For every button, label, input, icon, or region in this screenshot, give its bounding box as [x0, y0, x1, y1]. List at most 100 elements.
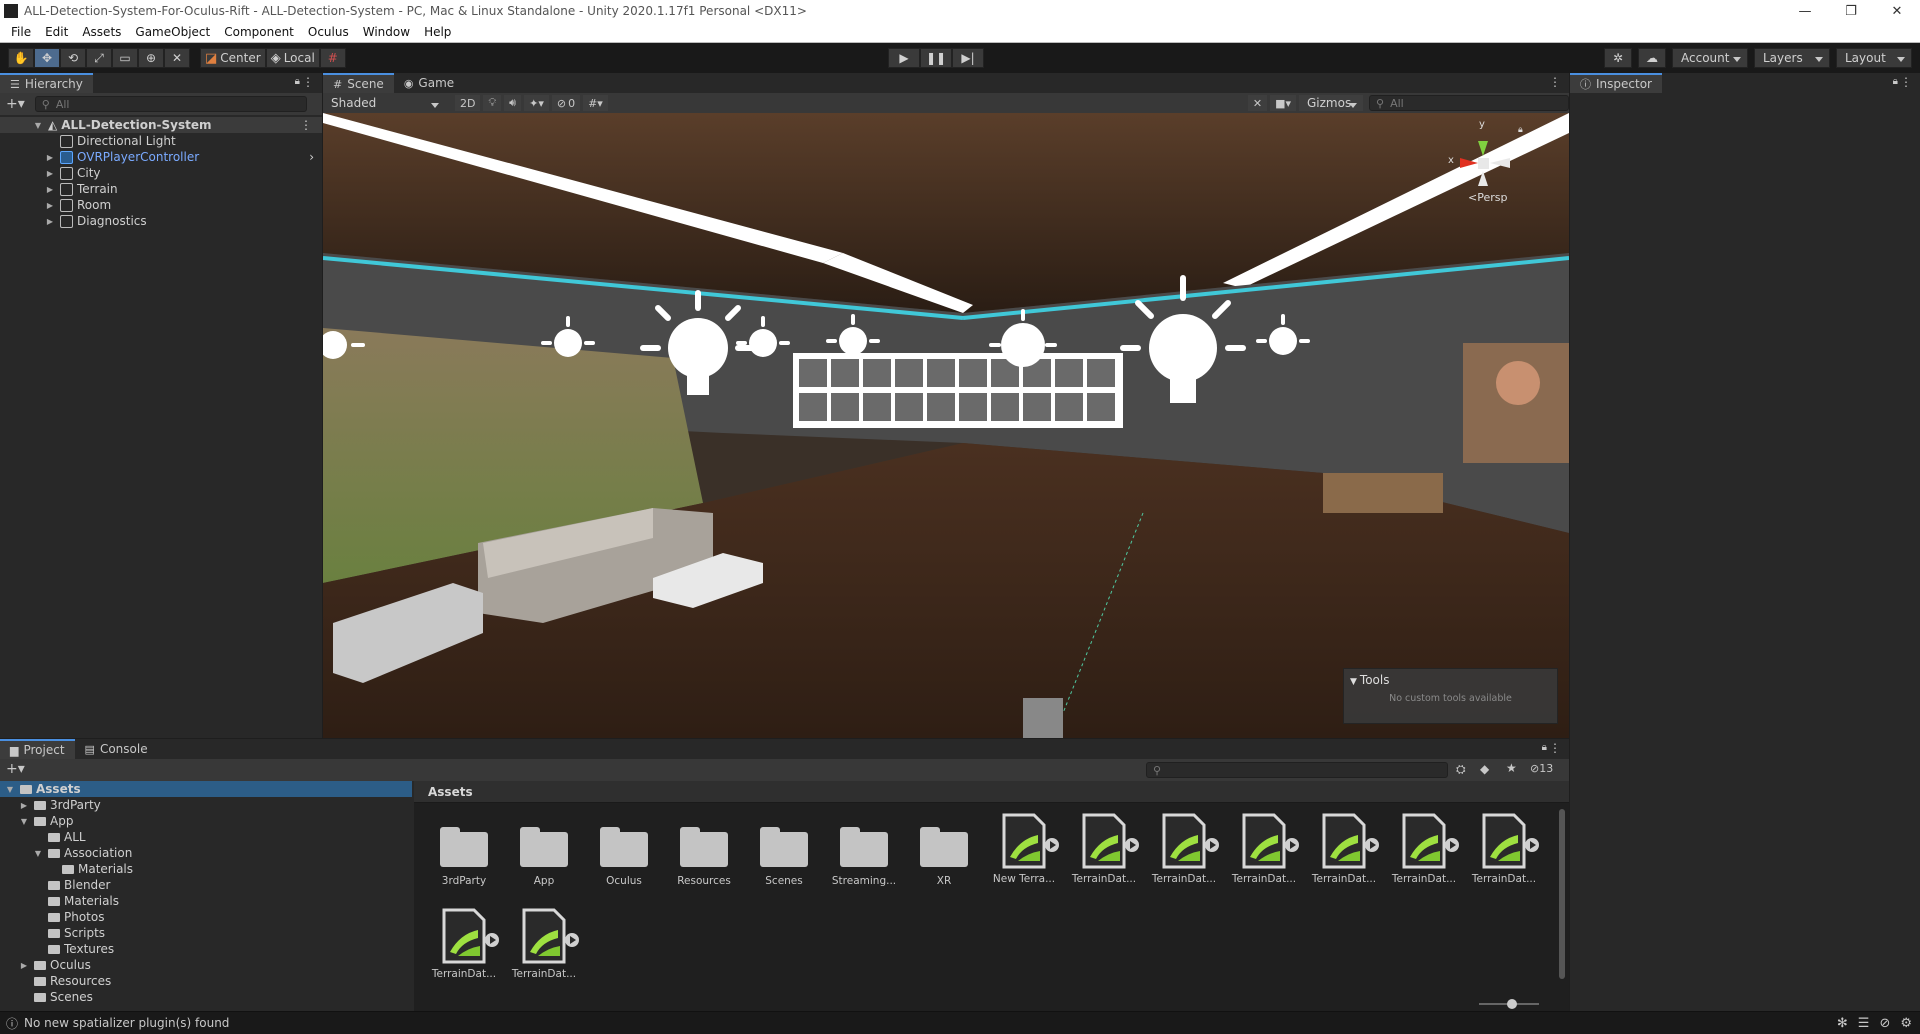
- close-button[interactable]: ✕: [1874, 0, 1920, 22]
- grid-snap-icon[interactable]: #: [319, 48, 346, 68]
- expand-arrow-icon[interactable]: ▶: [44, 217, 56, 226]
- menu-edit[interactable]: Edit: [38, 25, 75, 39]
- hidden-objects-toggle[interactable]: ⊘ 0: [551, 95, 581, 111]
- project-tree-item[interactable]: ▼ App: [0, 813, 412, 829]
- persp-label[interactable]: <Persp: [1468, 191, 1507, 204]
- move-tool-icon[interactable]: ✥: [34, 48, 60, 68]
- menu-component[interactable]: Component: [217, 25, 301, 39]
- tab-project[interactable]: ▆ Project: [0, 739, 75, 759]
- pause-button[interactable]: ❚❚: [920, 48, 952, 68]
- hierarchy-item-ovrplayercontroller[interactable]: ▶ OVRPlayerController ›: [0, 149, 322, 165]
- rect-tool-icon[interactable]: ▭: [112, 48, 138, 68]
- expand-arrow-icon[interactable]: ▼: [32, 121, 44, 130]
- project-tree-item[interactable]: ▼ Assets: [0, 781, 412, 797]
- tab-scene[interactable]: # Scene: [323, 73, 394, 93]
- project-tree-item[interactable]: Scripts: [0, 925, 412, 941]
- lock-icon[interactable]: 🔒︎: [295, 76, 300, 87]
- step-button[interactable]: ▶|: [952, 48, 984, 68]
- project-tree-item[interactable]: ALL: [0, 829, 412, 845]
- collapsed-arrow-icon[interactable]: ▶: [18, 961, 30, 970]
- kebab-menu-icon[interactable]: ⋮: [1900, 75, 1912, 89]
- filter-type-icon[interactable]: ⛭: [1456, 762, 1466, 777]
- asset-terrain-data[interactable]: TerrainDat...: [1464, 813, 1544, 885]
- asset-folder[interactable]: Resources: [664, 813, 744, 887]
- project-tree-item[interactable]: Materials: [0, 893, 412, 909]
- audio-toggle-icon[interactable]: 🔊︎: [504, 95, 522, 111]
- 2d-toggle[interactable]: 2D: [455, 95, 481, 111]
- asset-folder[interactable]: Streaming...: [824, 813, 904, 887]
- tab-game[interactable]: ◉ Game: [394, 73, 464, 93]
- scene-viewport[interactable]: y x 🔒︎ <Persp ▼ Tools No custom tools ava…: [323, 113, 1569, 738]
- play-button[interactable]: ▶: [888, 48, 920, 68]
- scene-menu-icon[interactable]: ⋮: [300, 118, 312, 132]
- transform-tool-icon[interactable]: ⊕: [138, 48, 164, 68]
- collapsed-arrow-icon[interactable]: ▶: [18, 801, 30, 810]
- asset-terrain-data[interactable]: TerrainDat...: [1144, 813, 1224, 885]
- asset-terrain-data[interactable]: New Terra...: [984, 813, 1064, 885]
- camera-dropdown-icon[interactable]: ■▾: [1270, 95, 1296, 111]
- menu-oculus[interactable]: Oculus: [301, 25, 356, 39]
- collab-icon[interactable]: ✲: [1604, 48, 1632, 68]
- project-tree-item[interactable]: Resources: [0, 973, 412, 989]
- expand-arrow-icon[interactable]: ▶: [44, 153, 56, 162]
- asset-terrain-data[interactable]: TerrainDat...: [1304, 813, 1384, 885]
- asset-terrain-data[interactable]: TerrainDat...: [1064, 813, 1144, 885]
- project-tree-item[interactable]: ▶ Oculus: [0, 957, 412, 973]
- layers-icon[interactable]: ☰: [1858, 1016, 1870, 1031]
- scene-root-row[interactable]: ▼ ◭ ALL-Detection-System ⋮: [0, 117, 322, 133]
- filter-label-icon[interactable]: ◆: [1480, 762, 1489, 776]
- gizmo-lock-icon[interactable]: 🔒︎: [1518, 125, 1523, 135]
- scale-tool-icon[interactable]: ⤢: [86, 48, 112, 68]
- grid-toggle-icon[interactable]: #▾: [583, 95, 608, 111]
- asset-terrain-data[interactable]: TerrainDat...: [424, 908, 504, 980]
- effects-dropdown-icon[interactable]: ✦▾: [524, 95, 549, 111]
- cloud-icon[interactable]: ☁: [1638, 48, 1666, 68]
- settings-icon[interactable]: ⚙: [1900, 1016, 1912, 1031]
- pivot-rotation-button[interactable]: ◈ Local: [265, 48, 320, 68]
- menu-help[interactable]: Help: [417, 25, 458, 39]
- layers-dropdown[interactable]: Layers: [1754, 48, 1830, 68]
- kebab-menu-icon[interactable]: ⋮: [1549, 75, 1561, 89]
- icon-size-slider[interactable]: [1479, 999, 1539, 1009]
- lock-icon[interactable]: 🔒︎: [1893, 76, 1898, 87]
- orientation-gizmo[interactable]: y x 🔒︎ <Persp: [1438, 119, 1528, 204]
- menu-assets[interactable]: Assets: [75, 25, 128, 39]
- asset-folder[interactable]: XR: [904, 813, 984, 887]
- asset-folder[interactable]: 3rdParty: [424, 813, 504, 887]
- favorite-star-icon[interactable]: ★: [1506, 761, 1517, 775]
- hand-tool-icon[interactable]: ✋: [8, 48, 34, 68]
- pivot-mode-button[interactable]: ◪ Center: [200, 48, 266, 68]
- hierarchy-search-input[interactable]: ⚲ All: [34, 96, 307, 112]
- menu-file[interactable]: File: [4, 25, 38, 39]
- hierarchy-item-terrain[interactable]: ▶ Terrain: [0, 181, 322, 197]
- asset-terrain-data[interactable]: TerrainDat...: [1384, 813, 1464, 885]
- kebab-menu-icon[interactable]: ⋮: [1549, 741, 1561, 755]
- hidden-packages-toggle[interactable]: ⊘13: [1530, 762, 1553, 775]
- project-tree-item[interactable]: Blender: [0, 877, 412, 893]
- asset-terrain-data[interactable]: TerrainDat...: [504, 908, 584, 980]
- grid-scrollbar[interactable]: [1559, 809, 1565, 979]
- lighting-toggle-icon[interactable]: 💡︎: [483, 95, 502, 111]
- chevron-right-icon[interactable]: ›: [309, 150, 314, 164]
- expanded-arrow-icon[interactable]: ▼: [32, 849, 44, 858]
- expanded-arrow-icon[interactable]: ▼: [4, 785, 16, 794]
- project-tree-item[interactable]: ▼ Association: [0, 845, 412, 861]
- account-dropdown[interactable]: Account: [1672, 48, 1748, 68]
- gizmos-dropdown[interactable]: Gizmos: [1299, 95, 1363, 111]
- layout-dropdown[interactable]: Layout: [1836, 48, 1912, 68]
- draw-mode-dropdown[interactable]: Shaded: [323, 95, 445, 111]
- project-tree-item[interactable]: ▶ 3rdParty: [0, 797, 412, 813]
- expand-arrow-icon[interactable]: ▶: [44, 201, 56, 210]
- tab-inspector[interactable]: ⓘ Inspector: [1570, 73, 1662, 93]
- scene-search-input[interactable]: ⚲ All: [1369, 95, 1569, 111]
- expand-arrow-icon[interactable]: ▶: [44, 169, 56, 178]
- add-asset-button[interactable]: +▾: [6, 761, 25, 777]
- expanded-arrow-icon[interactable]: ▼: [18, 817, 30, 826]
- project-tree-item[interactable]: Textures: [0, 941, 412, 957]
- project-tree-item[interactable]: Photos: [0, 909, 412, 925]
- tab-console[interactable]: ▤ Console: [75, 739, 158, 759]
- tab-hierarchy[interactable]: ☰ Hierarchy: [0, 73, 93, 93]
- asset-folder[interactable]: App: [504, 813, 584, 887]
- project-tree-item[interactable]: Scenes: [0, 989, 412, 1005]
- asset-terrain-data[interactable]: TerrainDat...: [1224, 813, 1304, 885]
